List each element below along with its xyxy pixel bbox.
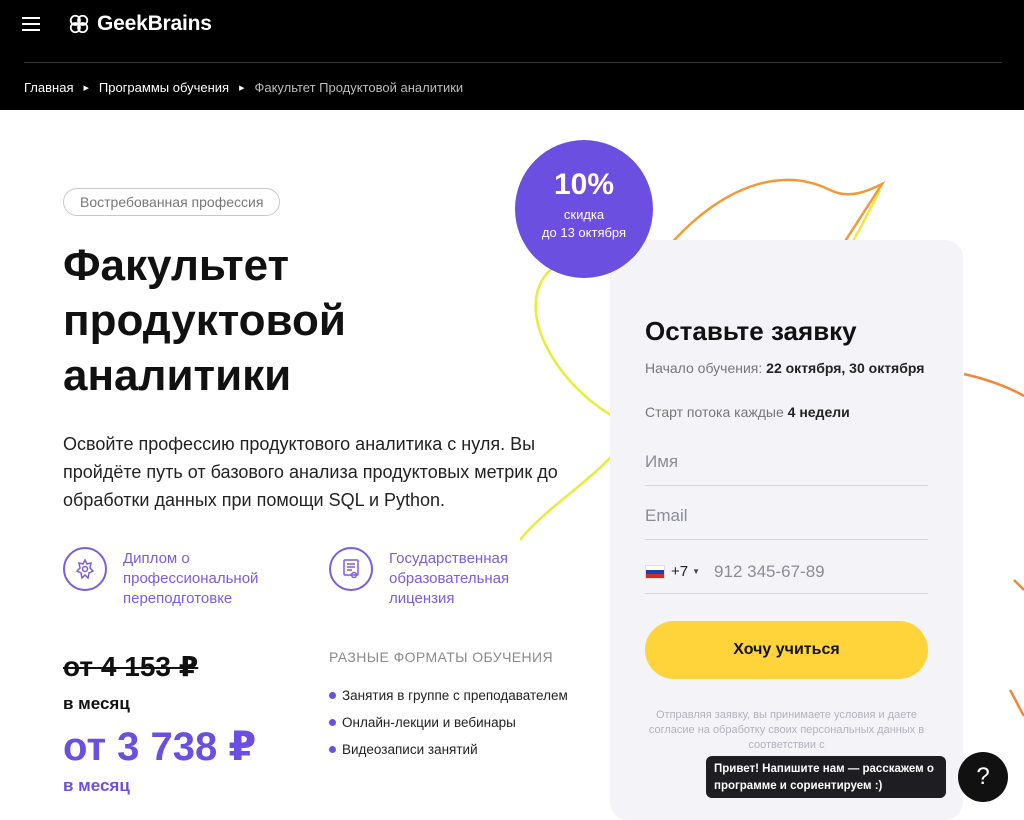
breadcrumb-home[interactable]: Главная (24, 80, 73, 95)
submit-button[interactable]: Хочу учиться (645, 621, 928, 679)
new-price: от 3 738 ₽ (63, 725, 257, 769)
logo[interactable]: GeekBrains (68, 12, 212, 36)
discount-label: скидка (563, 207, 605, 222)
discount-badge: 10% скидка до 13 октября (515, 140, 653, 278)
help-chat-button[interactable]: ? (958, 752, 1008, 802)
page-title: Факультет продуктовой аналитики (63, 241, 346, 400)
emblem-icon (63, 547, 107, 591)
program-description: Освойте профессию продуктового аналитика… (63, 434, 558, 510)
list-item: Занятия в группе с преподавателем (329, 682, 568, 709)
consent-text: Отправляя заявку, вы принимаете условия … (648, 709, 925, 751)
header-divider (24, 62, 1002, 63)
old-price-period: в месяц (63, 694, 130, 713)
form-title: Оставьте заявку (645, 316, 857, 346)
discount-deadline: до 13 октября (541, 225, 627, 240)
old-price: от 4 153 ₽ (63, 651, 199, 682)
breadcrumb-current: Факультет Продуктовой аналитики (254, 80, 464, 95)
email-field (645, 496, 928, 540)
list-item: Видеозаписи занятий (329, 736, 568, 763)
feature-diploma-text: Диплом о профессиональной переподготовке (123, 550, 259, 607)
start-value: 22 октября, 30 октября (766, 360, 925, 376)
question-icon: ? (976, 763, 990, 790)
license-icon (329, 547, 373, 591)
chat-tooltip[interactable]: Привет! Напишите нам — расскажем о прогр… (706, 756, 946, 798)
phone-input[interactable] (714, 551, 925, 592)
stream-label: Старт потока каждые (645, 404, 788, 420)
stream-frequency: Старт потока каждые 4 недели (645, 402, 935, 423)
breadcrumb: Главная ▶ Программы обучения ▶ Факультет… (24, 80, 463, 95)
list-item: Онлайн-лекции и вебинары (329, 709, 568, 736)
chevron-down-icon[interactable]: ▼ (692, 567, 700, 576)
start-label: Начало обучения: (645, 360, 767, 376)
formats-list: Занятия в группе с преподавателем Онлайн… (329, 682, 568, 763)
feature-license: Государственная образовательная лицензия (329, 547, 559, 609)
phone-country-code[interactable]: +7 (671, 563, 688, 580)
profession-tag: Востребованная профессия (63, 188, 281, 216)
start-dates: Начало обучения: 22 октября, 30 октября (645, 358, 935, 379)
feature-license-text: Государственная образовательная лицензия (389, 550, 510, 607)
name-field (645, 442, 928, 486)
email-input[interactable] (645, 496, 928, 536)
feature-diploma: Диплом о профессиональной переподготовке (63, 547, 293, 609)
breadcrumb-programs[interactable]: Программы обучения (99, 80, 229, 95)
russia-flag-icon[interactable] (645, 564, 665, 579)
logo-text: GeekBrains (97, 12, 212, 35)
site-header: GeekBrains Главная ▶ Программы обучения … (0, 0, 1024, 110)
name-input[interactable] (645, 442, 928, 482)
new-price-period: в месяц (63, 776, 130, 795)
breadcrumb-arrow-icon: ▶ (239, 84, 245, 92)
menu-icon[interactable] (22, 15, 42, 33)
discount-percent: 10% (553, 168, 615, 201)
breadcrumb-arrow-icon: ▶ (83, 84, 89, 92)
logo-icon (69, 14, 89, 34)
phone-field: +7 ▼ (645, 550, 928, 594)
formats-title: РАЗНЫЕ ФОРМАТЫ ОБУЧЕНИЯ (329, 649, 554, 665)
stream-value: 4 недели (787, 404, 850, 420)
